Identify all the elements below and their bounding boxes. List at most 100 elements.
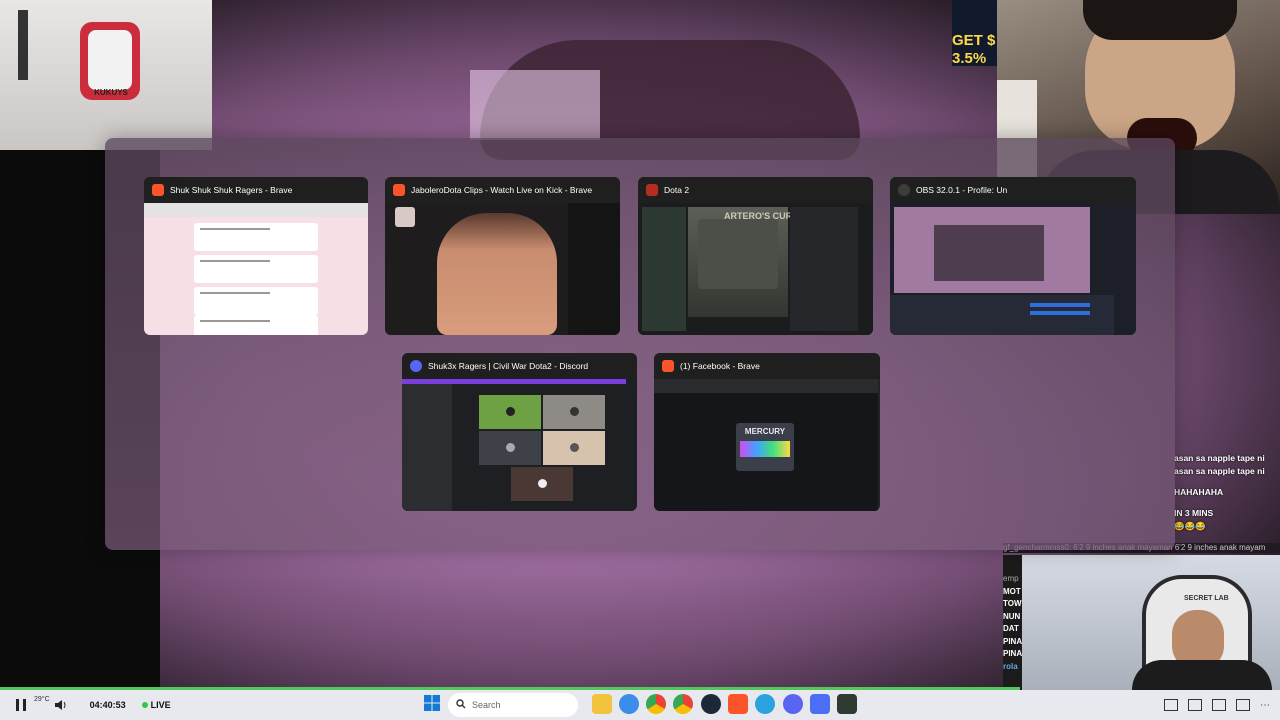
user-avatar <box>506 443 515 452</box>
window-thumb-kick[interactable]: JaboleroDota Clips - Watch Live on Kick … <box>385 177 620 335</box>
voice-tile <box>479 431 541 465</box>
thumb-header: (1) Facebook - Brave <box>654 353 880 379</box>
window-title: Dota 2 <box>664 185 690 195</box>
terminal-icon[interactable] <box>837 694 857 714</box>
thumb-header: Dota 2 <box>638 177 873 203</box>
live-dot-icon <box>141 702 148 708</box>
dota-art <box>698 219 778 289</box>
window-thumb-brave-form[interactable]: Shuk Shuk Shuk Ragers - Brave <box>144 177 368 335</box>
gamer-torso <box>1132 660 1272 690</box>
window-title: Shuk3x Ragers | Civil War Dota2 - Discor… <box>428 361 589 371</box>
voice-tile <box>543 431 605 465</box>
brave-icon <box>393 184 405 196</box>
thumb-header: OBS 32.0.1 - Profile: Un <box>890 177 1136 203</box>
discord-icon[interactable] <box>783 694 803 714</box>
brave-icon[interactable] <box>728 694 748 714</box>
window-thumb-discord[interactable]: Shuk3x Ragers | Civil War Dota2 - Discor… <box>402 353 637 511</box>
tray-icon[interactable] <box>1212 699 1226 711</box>
browser-icon[interactable] <box>619 694 639 714</box>
notes-icon[interactable] <box>810 694 830 714</box>
thumb-header: Shuk Shuk Shuk Ragers - Brave <box>144 177 368 203</box>
thumb-preview: MERCURY <box>654 379 880 511</box>
chrome-icon[interactable] <box>673 694 693 714</box>
chat-line: HAHAHAHA <box>1174 487 1224 497</box>
voice-tile <box>511 467 573 501</box>
window-title: JaboleroDota Clips - Watch Live on Kick … <box>411 185 593 195</box>
streamer-hair <box>1083 0 1237 40</box>
user-avatar <box>570 443 579 452</box>
window-thumb-obs[interactable]: OBS 32.0.1 - Profile: Un <box>890 177 1136 335</box>
window-title: Shuk Shuk Shuk Ragers - Brave <box>170 185 293 195</box>
brave-icon <box>662 360 674 372</box>
chat-line: IN 3 MINS <box>1174 508 1214 518</box>
weather-temp[interactable]: 29°C <box>34 696 50 703</box>
obs-icon <box>898 184 910 196</box>
window-thumb-dota[interactable]: Dota 2 ARTERO'S CURIOS <box>638 177 873 335</box>
chat-line: 😂😂😂 <box>1174 521 1206 531</box>
thumb-preview <box>144 203 368 335</box>
keyboard-image <box>740 441 790 457</box>
kukuys-logo-text: KUKUYS <box>94 88 128 97</box>
discord-icon <box>410 360 422 372</box>
search-icon <box>456 699 466 711</box>
kukuys-logo-face <box>88 30 132 90</box>
thumb-preview <box>890 203 1136 335</box>
live-label: LIVE <box>150 700 171 710</box>
punching-bag <box>18 10 28 80</box>
volume-icon[interactable] <box>50 694 72 716</box>
windows-start-icon[interactable] <box>424 695 444 715</box>
window-title: OBS 32.0.1 - Profile: Un <box>916 185 1008 195</box>
window-thumb-facebook[interactable]: (1) Facebook - Brave MERCURY <box>654 353 880 511</box>
telegram-icon[interactable] <box>755 694 775 714</box>
form-card <box>194 255 318 283</box>
browser-bar <box>144 203 368 217</box>
more-icon[interactable]: ⋯ <box>1260 700 1270 711</box>
obs-preview-window <box>934 225 1044 281</box>
taskbar: 29°C 04:40:53 LIVE Search ⋯ <box>0 687 1280 720</box>
chat-overlay: asan sa napple tape ni asan sa napple ta… <box>1174 452 1280 533</box>
thumb-header: Shuk3x Ragers | Civil War Dota2 - Discor… <box>402 353 637 379</box>
avatar <box>395 207 415 227</box>
search-box[interactable]: Search <box>448 693 578 717</box>
thumb-preview <box>385 203 620 335</box>
form-card <box>194 287 318 315</box>
browser-tabs <box>654 379 878 393</box>
dota-party <box>790 207 858 331</box>
chat-line: asan sa napple tape ni <box>1174 453 1265 463</box>
discord-channels <box>402 384 452 511</box>
window-title: (1) Facebook - Brave <box>680 361 760 371</box>
pause-icon[interactable] <box>10 694 32 716</box>
room-camera-overlay: KUKUYS <box>0 0 212 150</box>
blurred-window <box>470 70 600 140</box>
obs-meter <box>1030 311 1090 315</box>
stream-timer: 04:40:53 <box>89 700 126 710</box>
user-avatar <box>538 479 547 488</box>
chat-line: asan sa napple tape ni <box>1174 466 1265 476</box>
brave-icon <box>152 184 164 196</box>
thumb-preview <box>402 379 637 511</box>
steam-icon[interactable] <box>701 694 721 714</box>
dota-friends <box>642 207 686 331</box>
form-card <box>194 223 318 251</box>
user-avatar <box>506 407 515 416</box>
form-card <box>194 315 318 335</box>
file-explorer-icon[interactable] <box>592 694 612 714</box>
taskbar-left: 29°C 04:40:53 LIVE <box>10 690 171 720</box>
voice-tile <box>543 395 605 429</box>
search-placeholder: Search <box>472 700 501 710</box>
tray-icon[interactable] <box>1188 699 1202 711</box>
ad-banner: GET $ 3.5% <box>952 0 998 66</box>
chrome-icon[interactable] <box>646 694 666 714</box>
obs-meter <box>1030 303 1090 307</box>
kick-chat <box>568 203 620 335</box>
ad-card-title: MERCURY <box>744 427 786 436</box>
tray-icon[interactable] <box>1164 699 1178 711</box>
tray-icon[interactable] <box>1236 699 1250 711</box>
chair-brand: SECRET LAB <box>1184 595 1229 602</box>
stream-preview <box>437 213 557 335</box>
system-tray: ⋯ <box>1164 690 1270 720</box>
thumb-header: JaboleroDota Clips - Watch Live on Kick … <box>385 177 620 203</box>
task-switcher: Shuk Shuk Shuk Ragers - Brave JaboleroDo… <box>105 138 1175 550</box>
voice-tile <box>479 395 541 429</box>
user-avatar <box>570 407 579 416</box>
